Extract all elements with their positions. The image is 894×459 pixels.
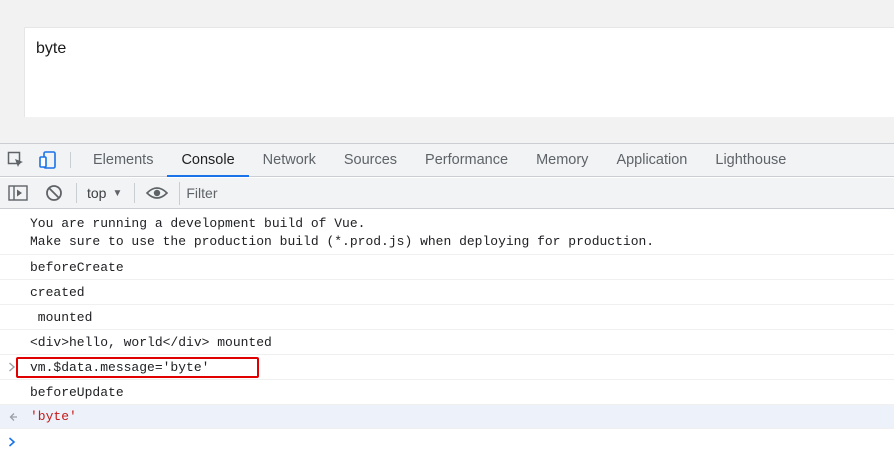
console-message-warning: You are running a development build of V… (0, 210, 894, 255)
log-text: beforeCreate (30, 259, 124, 275)
devtools-tabbar: Elements Console Network Sources Perform… (0, 143, 894, 177)
caret-down-icon: ▼ (112, 187, 123, 199)
warning-line-1: You are running a development build of V… (30, 216, 366, 231)
page-message-text: byte (36, 40, 67, 57)
page-viewport: byte (0, 0, 894, 143)
toolbar-separator (76, 183, 77, 203)
console-message: beforeUpdate (0, 380, 894, 405)
clear-console-icon (46, 185, 62, 201)
console-message: created (0, 280, 894, 305)
console-result-entry: 'byte' (0, 405, 894, 429)
sidebar-toggle-icon (8, 185, 28, 201)
tab-application[interactable]: Application (602, 144, 701, 176)
toolbar-separator (134, 183, 136, 203)
result-value: 'byte' (30, 409, 77, 424)
log-text: <div>hello, world</div> mounted (30, 334, 272, 350)
console-prompt[interactable] (0, 429, 894, 455)
tab-lighthouse[interactable]: Lighthouse (701, 144, 800, 176)
tab-performance[interactable]: Performance (411, 144, 522, 176)
tab-memory[interactable]: Memory (522, 144, 602, 176)
result-arrow-icon (8, 405, 18, 428)
context-label: top (87, 185, 107, 201)
live-expression-button[interactable] (139, 178, 175, 209)
command-highlight-box (16, 357, 259, 378)
log-text: created (30, 284, 85, 300)
show-sidebar-button[interactable] (0, 178, 36, 209)
tab-console[interactable]: Console (167, 144, 249, 177)
console-message: beforeCreate (0, 255, 894, 280)
prompt-chevron-icon (8, 429, 16, 455)
console-message: <div>hello, world</div> mounted (0, 330, 894, 355)
log-text: mounted (30, 309, 93, 325)
filter-input[interactable] (186, 185, 487, 201)
filter-box (179, 181, 894, 205)
console-toolbar: top ▼ (0, 178, 894, 209)
eye-icon (146, 187, 169, 199)
page-content-card: byte (24, 27, 894, 117)
console-messages: You are running a development build of V… (0, 210, 894, 459)
device-toolbar-icon[interactable] (32, 144, 64, 176)
tab-network[interactable]: Network (249, 144, 330, 176)
warning-line-2: Make sure to use the production build (*… (30, 234, 655, 249)
inspect-element-icon[interactable] (0, 144, 32, 176)
input-chevron-icon (8, 355, 16, 379)
console-message: mounted (0, 305, 894, 330)
tabbar-separator (70, 152, 71, 168)
context-selector[interactable]: top ▼ (81, 185, 130, 201)
log-text: beforeUpdate (30, 384, 124, 400)
clear-console-button[interactable] (36, 178, 72, 209)
tab-elements[interactable]: Elements (79, 144, 167, 176)
tab-sources[interactable]: Sources (330, 144, 411, 176)
